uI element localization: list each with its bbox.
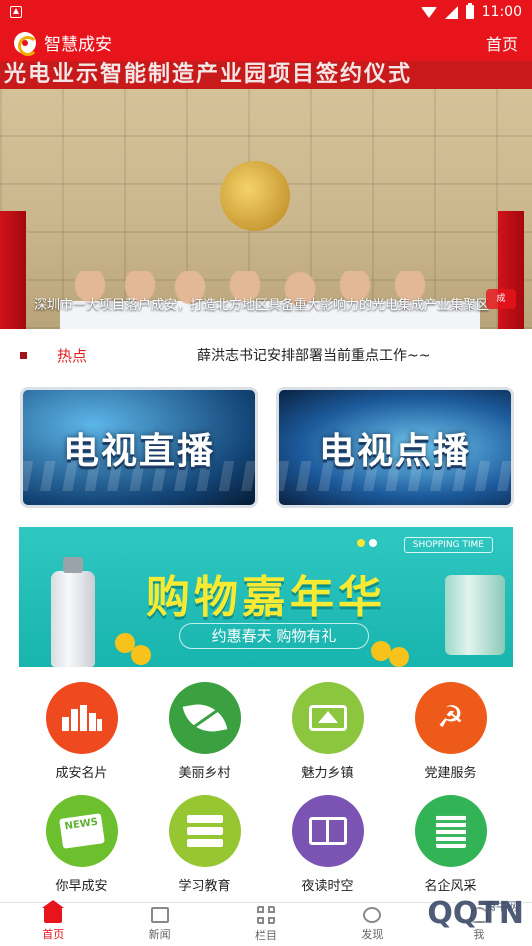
status-time: 11:00: [481, 4, 522, 20]
party-emblem-icon: ☭: [414, 682, 487, 754]
nav-label: 栏目: [255, 929, 278, 942]
grid-item-label: 你早成安: [55, 879, 108, 894]
party-emblem-icon: [220, 161, 290, 231]
grid-item-label: 魅力乡镇: [301, 766, 354, 781]
leaf-icon: [168, 682, 241, 754]
grid-item-night-reading[interactable]: 夜读时空: [266, 795, 389, 894]
app-header: 智慧成安 首页: [0, 24, 532, 61]
status-bar: 11:00: [0, 0, 532, 24]
shop-title: 购物嘉年华: [146, 572, 386, 623]
notification-icon: [10, 6, 22, 18]
books-icon: [168, 795, 241, 867]
office-building-icon: [414, 795, 487, 867]
open-book-icon: [291, 795, 364, 867]
grid-item-label: 成安名片: [55, 766, 108, 781]
shop-tag: SHOPPING TIME: [403, 537, 493, 553]
tv-live-label: 电视直播: [62, 430, 215, 472]
app-title: 智慧成安: [44, 35, 112, 55]
shop-subtitle: 约惠春天 购物有礼: [179, 623, 369, 649]
lemon-icon: [131, 645, 151, 665]
hot-bullet-icon: [20, 351, 27, 359]
hero-banner-strip: 光电业示智能制造产业园项目签约仪式: [0, 61, 532, 89]
wifi-icon: [420, 6, 437, 18]
signal-icon: [444, 5, 458, 19]
hot-news-text[interactable]: 薛洪志书记安排部署当前重点工作~~: [197, 345, 430, 365]
grid-item-label: 党建服务: [424, 766, 477, 781]
home-link[interactable]: 首页: [486, 31, 518, 55]
nav-home[interactable]: 首页: [0, 900, 106, 946]
nav-news[interactable]: 新闻: [106, 903, 212, 946]
hot-label: 热点: [57, 346, 88, 365]
tv-vod-label: 电视点播: [318, 430, 471, 472]
grid-item-label: 夜读时空: [301, 879, 354, 894]
grid-item-morning-news[interactable]: NEWS 你早成安: [20, 795, 143, 894]
grid-item-enterprise-showcase[interactable]: 名企风采: [389, 795, 512, 894]
grid-item-label: 学习教育: [178, 879, 231, 894]
nav-columns[interactable]: 栏目: [213, 903, 319, 946]
tv-live-button[interactable]: 电视直播: [20, 387, 258, 508]
nav-label: 新闻: [148, 928, 171, 941]
hot-news-bar[interactable]: 热点 薛洪志书记安排部署当前重点工作~~: [0, 329, 532, 381]
grid-item-charming-town[interactable]: 魅力乡镇: [266, 682, 389, 781]
compass-icon: [363, 907, 382, 923]
feature-grid: 成安名片 美丽乡村 魅力乡镇 ☭ 党建服务 NEWS 你早成安 学习教育 夜读时…: [20, 682, 512, 894]
hero-banner[interactable]: 光电业示智能制造产业园项目签约仪式 深圳市一大项目落户成安，打造北方地区具备重大…: [0, 61, 532, 329]
house-icon: [291, 682, 364, 754]
app-logo-icon: [14, 31, 38, 56]
grid-item-party-service[interactable]: ☭ 党建服务: [389, 682, 512, 781]
tv-row: 电视直播 电视点播: [20, 387, 514, 508]
news-icon: [150, 907, 169, 923]
grid-item-label: 美丽乡村: [178, 766, 231, 781]
site-watermark-sub: 腾牛网: [485, 900, 518, 913]
home-icon: [42, 900, 65, 923]
buildings-icon: [45, 682, 118, 754]
grid-icon: [257, 906, 276, 924]
hero-caption: 深圳市一大项目落户成安，打造北方地区具备重大影响力的光电集成产业集聚区: [34, 298, 490, 313]
lemon-icon: [371, 641, 391, 661]
nav-discover[interactable]: 发现: [319, 903, 425, 946]
hero-watermark-icon: [486, 289, 516, 309]
tv-vod-button[interactable]: 电视点播: [276, 387, 514, 508]
carousel-dots: [357, 539, 377, 547]
grid-item-chengan-card[interactable]: 成安名片: [20, 682, 143, 781]
newspaper-icon: NEWS: [45, 795, 118, 867]
lemon-icon: [389, 647, 409, 667]
grid-item-beautiful-village[interactable]: 美丽乡村: [143, 682, 266, 781]
nav-label: 发现: [361, 928, 384, 941]
nav-label: 首页: [42, 928, 65, 941]
shopping-banner[interactable]: SHOPPING TIME 购物嘉年华 约惠春天 购物有礼: [19, 527, 513, 667]
grid-item-study-education[interactable]: 学习教育: [143, 795, 266, 894]
grid-item-label: 名企风采: [424, 879, 477, 894]
battery-icon: [465, 3, 474, 19]
